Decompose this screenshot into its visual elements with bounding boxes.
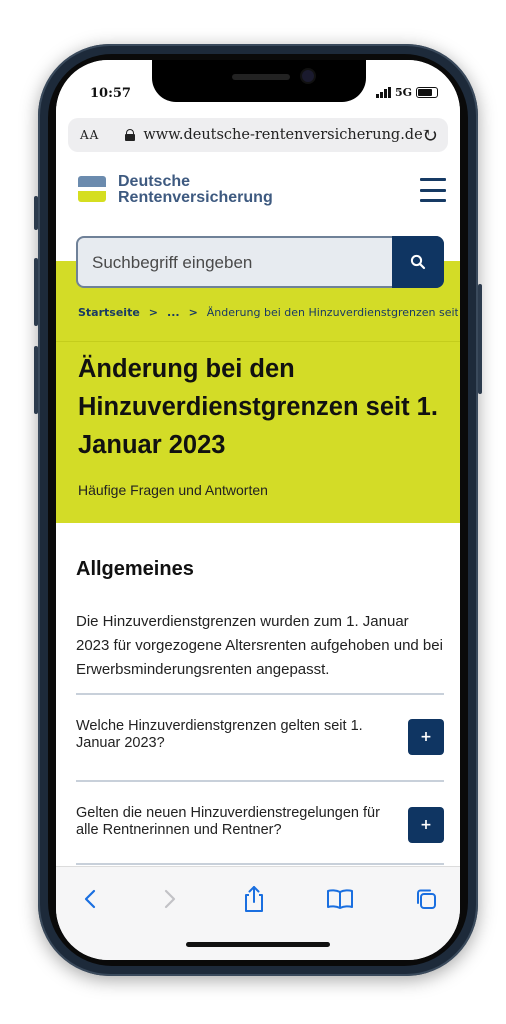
hamburger-menu-icon[interactable] xyxy=(420,178,446,202)
search-icon xyxy=(410,254,426,270)
page-subtitle: Häufige Fragen und Antworten xyxy=(78,482,268,498)
share-icon xyxy=(245,886,263,912)
search-button[interactable] xyxy=(392,236,444,288)
faq-divider xyxy=(76,693,444,695)
faq-question-1[interactable]: Welche Hinzuverdienstgrenzen gelten seit… xyxy=(76,718,396,752)
bookmarks-button[interactable] xyxy=(320,879,360,919)
logo-mark-bottom xyxy=(78,191,106,202)
address-bar[interactable]: AA www.deutsche-rentenversicherung.de ↻ xyxy=(68,118,448,152)
forward-button[interactable] xyxy=(150,879,190,919)
page-title: Änderung bei den Hinzuverdienstgrenzen s… xyxy=(78,355,438,459)
home-indicator xyxy=(186,942,330,947)
back-button[interactable] xyxy=(70,879,110,919)
search-input[interactable] xyxy=(90,238,394,288)
phone-screen: 10:57 5G AA www.deutsche-rentenversicher… xyxy=(56,60,460,960)
breadcrumb-separator: > xyxy=(188,306,198,319)
tabs-button[interactable] xyxy=(406,879,446,919)
lock-icon xyxy=(125,129,136,141)
breadcrumb-current: Änderung bei den Hinzuverdienstgrenzen s… xyxy=(206,306,458,319)
status-bar: 10:57 5G xyxy=(56,60,460,122)
book-icon xyxy=(327,889,353,909)
chevron-left-icon xyxy=(84,889,96,909)
front-camera xyxy=(302,70,314,82)
breadcrumb-divider xyxy=(56,341,460,342)
text-size-button[interactable]: AA xyxy=(80,128,99,142)
earpiece-speaker xyxy=(232,74,290,80)
signal-icon xyxy=(375,87,391,98)
faq-divider xyxy=(76,863,444,865)
url-text[interactable]: www.deutsche-rentenversicherung.de xyxy=(143,127,422,143)
logo-text: Deutsche Rentenversicherung xyxy=(118,174,273,206)
reload-icon[interactable]: ↻ xyxy=(421,123,438,147)
tabs-icon xyxy=(417,889,436,909)
section-intro: Die Hinzuverdienstgrenzen wurden zum 1. … xyxy=(76,613,443,678)
breadcrumb-separator: > xyxy=(148,306,159,319)
share-button[interactable] xyxy=(234,879,274,919)
chevron-right-icon xyxy=(164,889,176,909)
volume-down-button xyxy=(34,346,38,414)
logo-mark-top xyxy=(78,176,106,187)
battery-icon xyxy=(416,87,438,98)
status-indicators: 5G xyxy=(375,86,438,99)
section-title: Allgemeines xyxy=(76,558,194,580)
mute-switch xyxy=(34,196,38,230)
faq-divider xyxy=(76,780,444,782)
logo-line2: Rentenversicherung xyxy=(118,189,273,206)
network-label: 5G xyxy=(394,86,412,99)
faq-expand-button-1[interactable]: + xyxy=(408,719,444,755)
breadcrumb-ellipsis[interactable]: ... xyxy=(167,306,180,319)
logo-line1: Deutsche xyxy=(118,173,191,190)
breadcrumb-home-link[interactable]: Startseite xyxy=(78,306,140,319)
power-button xyxy=(478,284,482,394)
faq-question-2[interactable]: Gelten die neuen Hinzuverdienstregelunge… xyxy=(76,805,396,839)
volume-up-button xyxy=(34,258,38,326)
status-time: 10:57 xyxy=(90,86,131,101)
breadcrumb: Startseite >... > Änderung bei den Hinzuver… xyxy=(78,306,458,319)
notch xyxy=(152,60,366,102)
faq-expand-button-2[interactable]: + xyxy=(408,807,444,843)
site-header: Deutsche Rentenversicherung xyxy=(56,170,460,230)
search-box xyxy=(76,236,444,288)
